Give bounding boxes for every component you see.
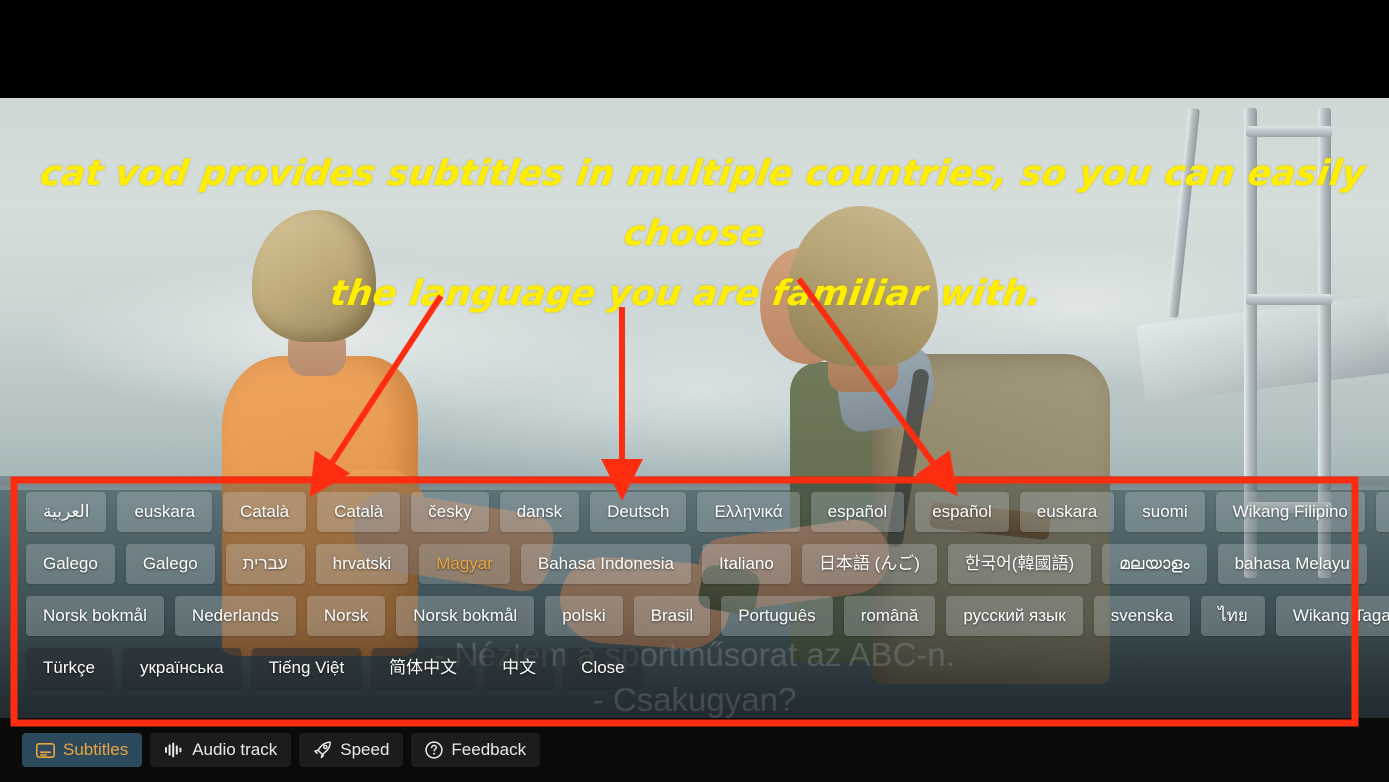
scene-ladder-step — [1246, 294, 1332, 305]
language-row-4: Türkçe українська Tiếng Việt 简体中文 中文 Close — [26, 646, 1363, 690]
close-button[interactable]: Close — [564, 648, 642, 688]
language-chip[interactable]: русский язык — [946, 596, 1083, 636]
player-bottom-toolbar: Subtitles Audio track Speed Feedback — [0, 718, 1389, 782]
language-chip[interactable]: español — [915, 492, 1009, 532]
feedback-label: Feedback — [451, 740, 527, 759]
language-chip[interactable]: suomi — [1125, 492, 1205, 532]
language-chip[interactable]: Wikang Tagalog — [1275, 596, 1389, 636]
language-chip[interactable]: українська — [122, 648, 241, 688]
subtitles-button[interactable]: Subtitles — [22, 733, 143, 767]
language-chip[interactable]: Magyar — [419, 544, 510, 584]
language-chip[interactable]: Català — [317, 492, 401, 532]
language-row-2: Galego Galego עברית hrvatski Magyar Bahasa In… — [26, 542, 1367, 586]
language-chip[interactable]: 简体中文 — [372, 648, 475, 688]
language-chip[interactable]: français — [1375, 492, 1389, 532]
language-row-3: Norsk bokmål Nederlands Norsk Norsk bokmål p… — [26, 594, 1389, 638]
scene-ladder-step — [1246, 126, 1332, 137]
language-chip[interactable]: Galego — [26, 544, 115, 584]
audio-waveform-icon — [164, 742, 184, 758]
subtitles-label: Subtitles — [63, 740, 129, 759]
speed-button[interactable]: Speed — [299, 733, 404, 767]
feedback-button[interactable]: Feedback — [411, 733, 541, 767]
language-chip[interactable]: 한국어(韓國語) — [947, 544, 1092, 584]
speed-label: Speed — [340, 740, 390, 759]
language-chip[interactable]: Ελληνικά — [697, 492, 800, 532]
language-chip[interactable]: Italiano — [702, 544, 791, 584]
audio-track-label: Audio track — [192, 740, 278, 759]
language-chip[interactable]: Deutsch — [590, 492, 687, 532]
letterbox-bar-top — [0, 0, 1389, 98]
subtitles-icon — [36, 742, 55, 758]
language-chip[interactable]: polski — [545, 596, 623, 636]
subtitle-language-panel[interactable]: العربية euskara Català Català česky dansk Deut… — [0, 476, 1389, 718]
video-player-screen: - Néztem a sportműsorat az ABC-n. - Csak… — [0, 0, 1389, 782]
language-chip[interactable]: 日本語 (んご) — [801, 544, 937, 584]
language-chip[interactable]: മലയാളം — [1102, 544, 1207, 584]
language-chip[interactable]: Nederlands — [174, 596, 296, 636]
language-chip[interactable]: العربية — [26, 492, 107, 532]
language-chip[interactable]: česky — [411, 492, 489, 532]
audio-track-button[interactable]: Audio track — [150, 733, 292, 767]
language-chip[interactable]: euskara — [1019, 492, 1115, 532]
language-chip[interactable]: ไทย — [1201, 596, 1265, 636]
rocket-icon — [313, 741, 332, 759]
language-chip[interactable]: 中文 — [485, 648, 554, 688]
language-chip[interactable]: Brasil — [633, 596, 711, 636]
language-chip[interactable]: euskara — [117, 492, 212, 532]
language-chip[interactable]: Galego — [125, 544, 215, 584]
language-chip[interactable]: Català — [222, 492, 307, 532]
question-circle-icon — [425, 741, 444, 759]
language-chip[interactable]: Norsk — [306, 596, 386, 636]
language-chip[interactable]: Norsk bokmål — [26, 596, 164, 636]
language-chip[interactable]: Türkçe — [26, 648, 112, 688]
language-chip[interactable]: hrvatski — [315, 544, 409, 584]
language-row-1: العربية euskara Català Català česky dansk Deut… — [26, 490, 1389, 534]
language-chip[interactable]: Norsk bokmål — [396, 596, 535, 636]
language-chip[interactable]: română — [843, 596, 936, 636]
language-chip[interactable]: Português — [721, 596, 833, 636]
language-chip[interactable]: español — [810, 492, 905, 532]
language-chip[interactable]: עברית — [225, 544, 305, 584]
language-chip[interactable]: Bahasa Indonesia — [520, 544, 691, 584]
language-chip[interactable]: svenska — [1093, 596, 1191, 636]
language-chip[interactable]: Wikang Filipino — [1215, 492, 1365, 532]
language-chip[interactable]: bahasa Melayu — [1217, 544, 1367, 584]
language-chip[interactable]: Tiếng Việt — [251, 648, 362, 688]
language-chip[interactable]: dansk — [499, 492, 580, 532]
